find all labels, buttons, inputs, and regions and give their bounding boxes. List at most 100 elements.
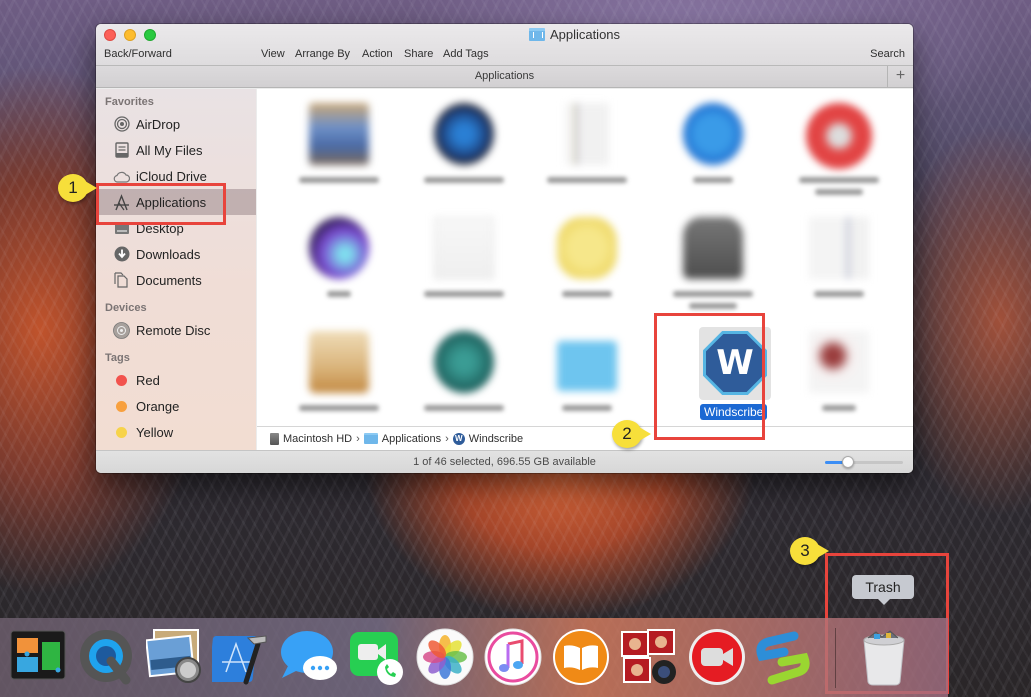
dock-photos[interactable]	[416, 628, 474, 686]
sidebar-item-label: Yellow	[136, 424, 174, 440]
dock-s-app[interactable]	[754, 628, 812, 686]
finder-window: Applications Back/Forward View Arrange B…	[96, 24, 913, 473]
step-3-callout: 3	[790, 537, 829, 565]
dock-mission-control[interactable]	[10, 628, 68, 686]
app-icon	[434, 217, 494, 279]
sidebar-tag-red[interactable]: Red	[96, 367, 256, 393]
dock-xcode[interactable]	[208, 628, 270, 686]
blurred-app-item[interactable]	[781, 205, 897, 313]
downloads-icon	[113, 246, 130, 263]
sidebar-item-label: Remote Disc	[136, 322, 211, 338]
app-icon	[434, 103, 494, 165]
windscribe-small-icon: W	[452, 432, 465, 445]
app-label	[822, 405, 856, 411]
sidebar-item-label: Downloads	[136, 246, 201, 262]
back-forward-button[interactable]: Back/Forward	[104, 48, 172, 60]
breadcrumb-macintosh-hd[interactable]: Macintosh HD	[270, 432, 353, 445]
title-bar[interactable]: Applications Back/Forward View Arrange B…	[96, 24, 913, 66]
blurred-app-item[interactable]	[281, 91, 397, 199]
dock-messages[interactable]	[280, 628, 338, 686]
sidebar-item-documents[interactable]: Documents	[96, 267, 256, 293]
app-icon	[309, 331, 369, 393]
app-icon	[565, 103, 609, 165]
window-title: Applications	[96, 27, 913, 42]
breadcrumb-label: Applications	[381, 432, 442, 445]
blurred-app-item[interactable]	[781, 91, 897, 199]
action-button[interactable]: Action	[362, 48, 393, 60]
dock-facetime[interactable]	[348, 628, 406, 686]
view-button[interactable]: View	[261, 48, 285, 60]
blurred-app-item[interactable]	[655, 205, 771, 313]
breadcrumb-label: Windscribe	[468, 432, 524, 445]
tab-applications[interactable]: Applications	[475, 70, 534, 82]
dock-video-app[interactable]	[688, 628, 746, 686]
app-label	[547, 177, 627, 183]
add-tags-button[interactable]: Add Tags	[443, 48, 489, 60]
breadcrumb-label: Macintosh HD	[283, 432, 353, 445]
highlight-box-windscribe	[654, 313, 765, 440]
blurred-app-item[interactable]	[529, 205, 645, 313]
sidebar-tag-orange[interactable]: Orange	[96, 393, 256, 419]
sidebar-item-label: All My Files	[136, 142, 203, 158]
app-label	[424, 291, 504, 297]
arrange-by-button[interactable]: Arrange By	[295, 48, 350, 60]
search-button[interactable]: Search	[870, 48, 905, 60]
icon-size-slider[interactable]	[825, 456, 903, 468]
quicktime-icon	[80, 630, 132, 685]
dock-trash[interactable]	[856, 628, 914, 686]
blurred-app-item[interactable]	[655, 91, 771, 199]
app-label	[424, 177, 504, 183]
step-1-callout: 1	[58, 174, 97, 202]
blurred-app-item[interactable]	[406, 319, 522, 426]
sidebar-item-remote-disc[interactable]: Remote Disc	[96, 317, 256, 343]
breadcrumb-windscribe[interactable]: W Windscribe	[452, 432, 524, 445]
app-icon	[806, 103, 872, 169]
new-tab-button[interactable]: +	[887, 66, 913, 87]
itunes-icon	[484, 628, 542, 686]
sidebar-item-all-my-files[interactable]: All My Files	[96, 137, 256, 163]
dock-ibooks[interactable]	[552, 628, 610, 686]
tab-bar: Applications +	[96, 66, 913, 88]
s-app-icon	[756, 631, 810, 685]
facetime-icon	[350, 632, 403, 685]
blurred-app-item[interactable]	[781, 319, 897, 426]
app-icon	[557, 217, 617, 279]
app-icon	[309, 103, 369, 165]
sidebar-item-label: AirDrop	[136, 116, 181, 132]
all-files-icon	[113, 142, 130, 159]
dock-separator	[835, 628, 836, 688]
blurred-app-item[interactable]	[529, 91, 645, 199]
blurred-app-item[interactable]	[406, 91, 522, 199]
documents-icon	[113, 272, 130, 289]
share-button[interactable]: Share	[404, 48, 433, 60]
sidebar: Favorites AirDrop All My Files iCloud Dr…	[96, 89, 256, 450]
mission-control-icon	[10, 630, 66, 680]
breadcrumb-applications[interactable]: Applications	[363, 432, 442, 445]
ibooks-icon	[553, 629, 609, 685]
dock-quicktime[interactable]	[78, 628, 136, 686]
dock-preview[interactable]	[145, 628, 204, 686]
dock-photo-booth[interactable]	[620, 628, 678, 686]
devices-header: Devices	[105, 302, 147, 314]
slider-knob[interactable]	[841, 456, 854, 468]
orange-tag-icon	[116, 400, 127, 412]
file-grid: W Windscribe	[257, 89, 913, 426]
disc-icon	[113, 321, 130, 339]
status-bar: 1 of 46 selected, 696.55 GB available	[96, 450, 913, 473]
xcode-icon	[208, 635, 267, 685]
sidebar-item-downloads[interactable]: Downloads	[96, 241, 256, 267]
blurred-app-item[interactable]	[281, 205, 397, 313]
blurred-app-item[interactable]	[281, 319, 397, 426]
blurred-app-item[interactable]	[406, 205, 522, 313]
app-icon	[309, 217, 369, 279]
messages-icon	[281, 631, 337, 680]
step-2-callout: 2	[612, 420, 651, 448]
dock-itunes[interactable]	[484, 628, 542, 686]
sidebar-item-airdrop[interactable]: AirDrop	[96, 111, 256, 137]
blurred-app-item[interactable]	[529, 319, 645, 426]
cloud-icon	[113, 168, 130, 185]
dock	[0, 618, 948, 697]
sidebar-item-label: Red	[136, 372, 160, 388]
tags-header: Tags	[105, 352, 130, 364]
sidebar-tag-yellow[interactable]: Yellow	[96, 419, 256, 445]
